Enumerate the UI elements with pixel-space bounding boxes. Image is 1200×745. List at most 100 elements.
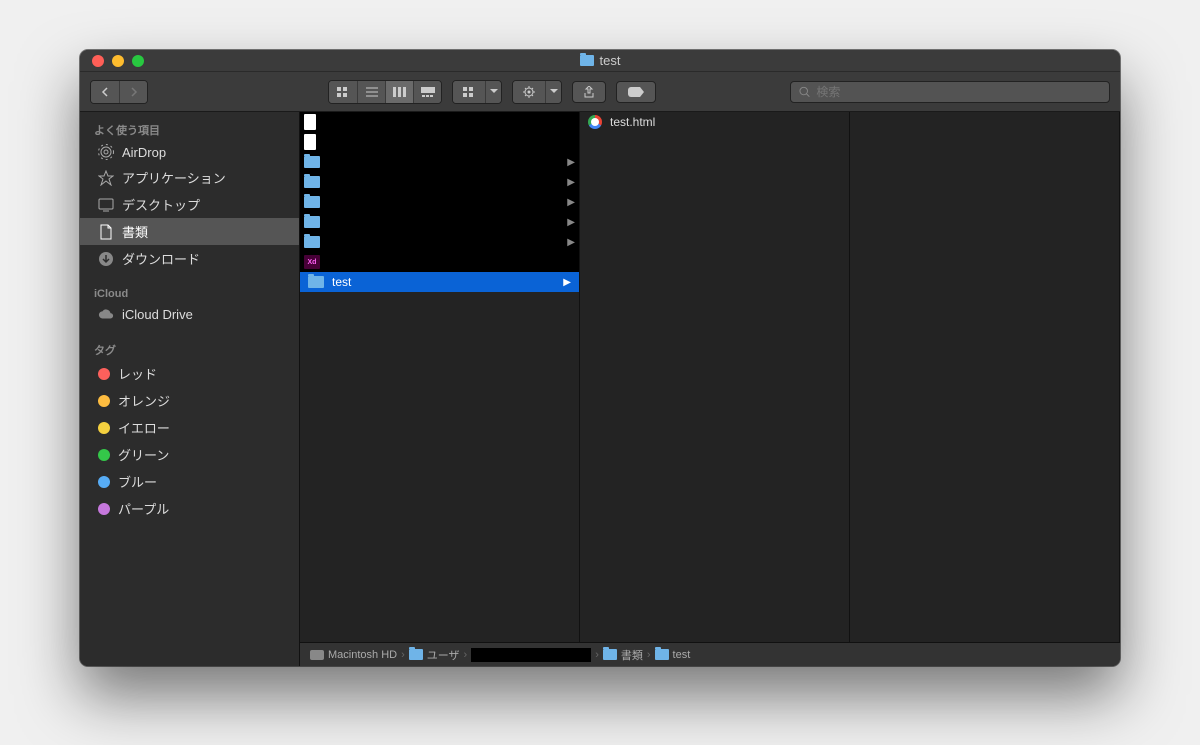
sidebar-tag-item[interactable]: オレンジ — [80, 387, 299, 414]
tag-color-dot — [98, 449, 110, 461]
xd-file-icon: Xd — [304, 255, 320, 269]
column-2[interactable]: test.html — [580, 112, 850, 642]
sidebar-item-label: イエロー — [118, 418, 170, 437]
cloud-icon — [98, 306, 114, 322]
gallery-view-button[interactable] — [413, 81, 441, 103]
folder-icon — [308, 276, 324, 288]
toolbar — [80, 72, 1120, 112]
path-label: ユーザ — [427, 647, 460, 663]
sidebar-item-documents[interactable]: 書類 — [80, 218, 299, 245]
document-icon — [304, 134, 316, 150]
folder-icon — [304, 236, 320, 248]
column-view-button[interactable] — [385, 81, 413, 103]
path-segment-redacted[interactable] — [471, 648, 591, 662]
folder-icon — [655, 649, 669, 660]
sidebar-tag-item[interactable]: レッド — [80, 360, 299, 387]
redacted-text — [471, 648, 591, 662]
folder-icon — [409, 649, 423, 660]
path-segment[interactable]: Macintosh HD — [310, 649, 397, 661]
close-button[interactable] — [92, 55, 104, 67]
folder-icon — [304, 156, 320, 168]
sidebar-item-label: グリーン — [118, 445, 169, 464]
path-separator: › — [464, 649, 468, 661]
column-3[interactable] — [850, 112, 1120, 642]
document-icon — [304, 114, 316, 130]
sidebar-item-label: iCloud Drive — [122, 307, 193, 322]
file-item-test-html[interactable]: test.html — [580, 112, 849, 132]
sidebar-item-label: レッド — [118, 364, 157, 383]
sidebar-item-label: オレンジ — [118, 391, 170, 410]
tag-color-dot — [98, 503, 110, 515]
sidebar-tag-item[interactable]: パープル — [80, 495, 299, 522]
chevron-right-icon: ▶ — [567, 177, 575, 188]
action-button[interactable] — [513, 81, 545, 103]
share-button[interactable] — [572, 81, 606, 103]
tag-color-dot — [98, 395, 110, 407]
sidebar-tag-item[interactable]: ブルー — [80, 468, 299, 495]
redacted-item[interactable]: ▶ — [300, 192, 579, 212]
path-separator: › — [595, 649, 599, 661]
sidebar-item-apps[interactable]: アプリケーション — [80, 164, 299, 191]
folder-icon — [304, 216, 320, 228]
sidebar-item-label: AirDrop — [122, 145, 166, 160]
redacted-item[interactable]: ▶ — [300, 232, 579, 252]
window-title-text: test — [600, 53, 621, 68]
search-input[interactable] — [816, 85, 1101, 99]
favorites-header: よく使う項目 — [80, 116, 299, 140]
icon-view-button[interactable] — [329, 81, 357, 103]
item-label: test.html — [610, 115, 655, 129]
path-segment[interactable]: ユーザ — [409, 647, 460, 663]
redacted-item[interactable]: Xd — [300, 252, 579, 272]
sidebar-item-label: 書類 — [122, 222, 148, 241]
desktop-icon — [98, 197, 114, 213]
path-separator: › — [647, 649, 651, 661]
redacted-item[interactable]: ▶ — [300, 212, 579, 232]
airdrop-icon — [98, 144, 114, 160]
search-field[interactable] — [790, 81, 1110, 103]
tag-color-dot — [98, 476, 110, 488]
arrange-button-group — [452, 80, 502, 104]
arrange-dropdown[interactable] — [485, 81, 501, 103]
column-1[interactable]: ▶ ▶ ▶ ▶ ▶ Xd test ▶ — [300, 112, 580, 642]
search-icon — [799, 86, 810, 98]
chevron-right-icon: ▶ — [567, 157, 575, 168]
chevron-right-icon: ▶ — [567, 197, 575, 208]
sidebar-item-label: アプリケーション — [122, 168, 226, 187]
folder-item-test[interactable]: test ▶ — [300, 272, 579, 292]
titlebar: test — [80, 50, 1120, 72]
window-title: test — [80, 53, 1120, 68]
sidebar-tag-item[interactable]: グリーン — [80, 441, 299, 468]
redacted-item[interactable]: ▶ — [300, 152, 579, 172]
sidebar-tag-item[interactable]: イエロー — [80, 414, 299, 441]
redacted-item[interactable] — [300, 132, 579, 152]
finder-window: test — [80, 50, 1120, 666]
tags-button[interactable] — [616, 81, 656, 103]
disk-icon — [310, 650, 324, 660]
minimize-button[interactable] — [112, 55, 124, 67]
folder-icon — [304, 196, 320, 208]
list-view-button[interactable] — [357, 81, 385, 103]
redacted-item[interactable]: ▶ — [300, 172, 579, 192]
folder-icon — [304, 176, 320, 188]
back-button[interactable] — [91, 81, 119, 103]
nav-buttons — [90, 80, 148, 104]
sidebar-item-desktop[interactable]: デスクトップ — [80, 191, 299, 218]
sidebar-item-icloud-drive[interactable]: iCloud Drive — [80, 302, 299, 326]
path-bar: Macintosh HD › ユーザ › › 書類 › — [300, 642, 1120, 666]
forward-button[interactable] — [119, 81, 147, 103]
tag-color-dot — [98, 422, 110, 434]
sidebar: よく使う項目 AirDrop アプリケーションデスクトップ書類ダウンロード iCl… — [80, 112, 300, 666]
sidebar-item-airdrop[interactable]: AirDrop — [80, 140, 299, 164]
maximize-button[interactable] — [132, 55, 144, 67]
sidebar-item-label: デスクトップ — [122, 195, 200, 214]
tags-header: タグ — [80, 336, 299, 360]
path-segment[interactable]: 書類 — [603, 647, 643, 663]
documents-icon — [98, 224, 114, 240]
chevron-right-icon: ▶ — [567, 237, 575, 248]
path-segment[interactable]: test — [655, 649, 691, 661]
arrange-button[interactable] — [453, 81, 485, 103]
redacted-item[interactable] — [300, 112, 579, 132]
body: よく使う項目 AirDropアプリケーションデスクトップ書類ダウンロード iCl… — [80, 112, 1120, 666]
action-dropdown[interactable] — [545, 81, 561, 103]
sidebar-item-downloads[interactable]: ダウンロード — [80, 245, 299, 272]
